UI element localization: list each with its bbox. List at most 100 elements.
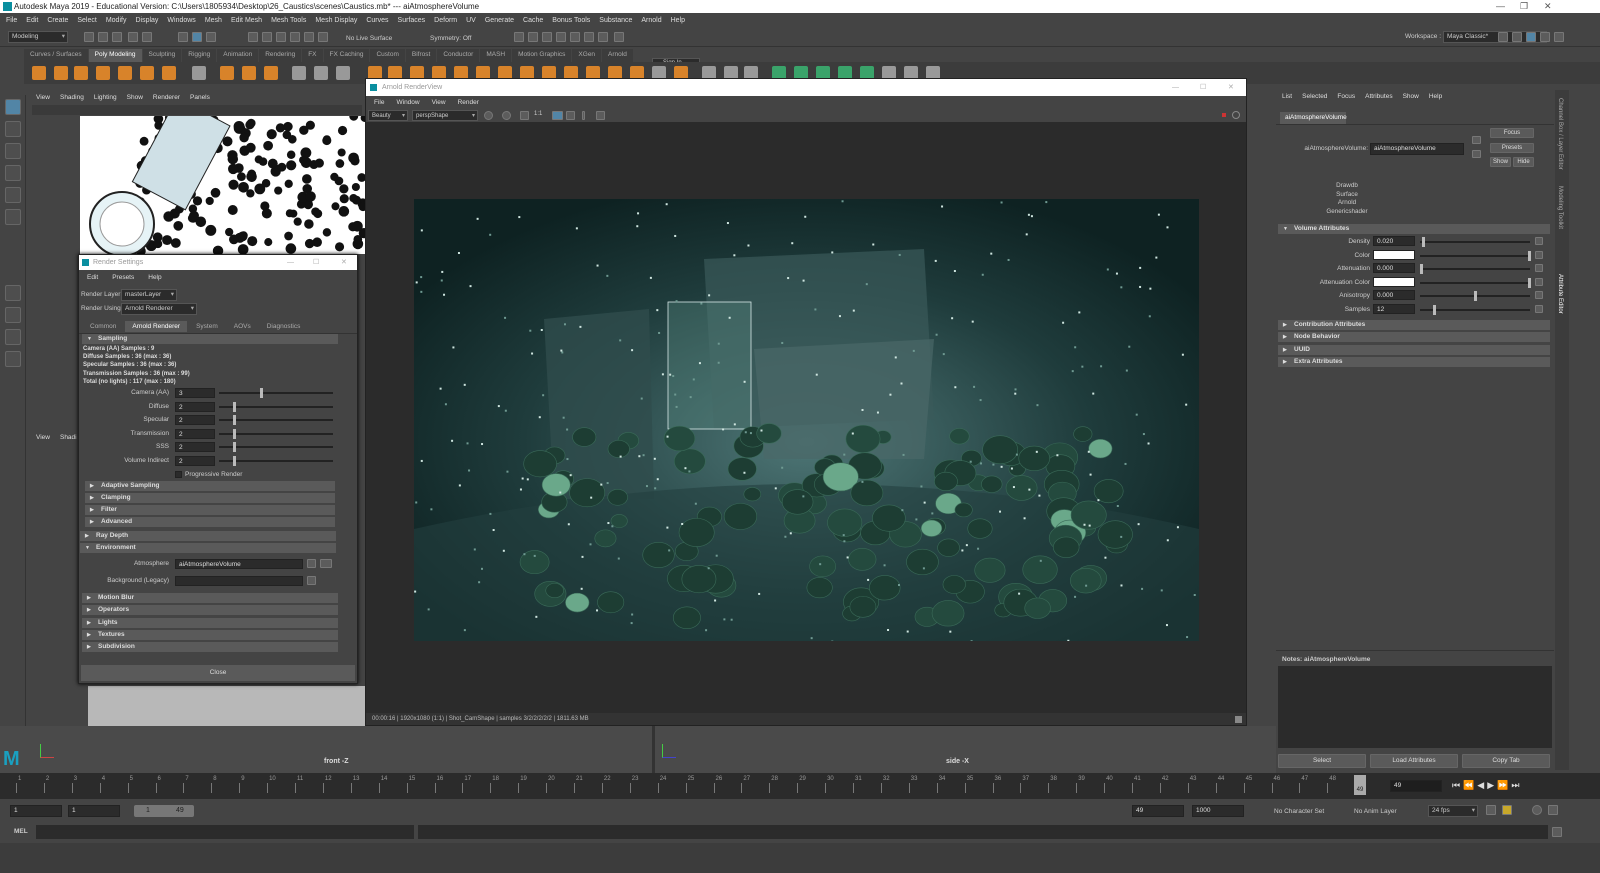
rotate-tool-icon[interactable] <box>5 187 21 203</box>
menu-file[interactable]: File <box>6 17 17 24</box>
snap-curve-icon[interactable] <box>262 32 272 42</box>
single-layout-icon[interactable] <box>5 285 21 301</box>
menu-cache[interactable]: Cache <box>523 17 543 24</box>
menu-help[interactable]: Help <box>671 17 685 24</box>
menu-edit[interactable]: Edit <box>26 17 38 24</box>
menu-set-dropdown[interactable]: Modeling <box>8 31 68 43</box>
shelf-tab-poly-modeling[interactable]: Poly Modeling <box>88 49 142 62</box>
rendered-image[interactable] <box>414 199 1199 641</box>
attr-swatch-color[interactable] <box>1373 249 1415 260</box>
ae-section-extra-attributes[interactable]: Extra Attributes <box>1278 356 1550 367</box>
snap-view-icon[interactable] <box>290 32 300 42</box>
shelf-tool-icon[interactable] <box>264 66 278 80</box>
node-tab[interactable]: aiAtmosphereVolume <box>1280 112 1347 124</box>
viewport-menu-shading[interactable]: Shading <box>60 94 84 101</box>
zoom-ratio[interactable]: 1:1 <box>534 111 542 117</box>
field-volume-indirect[interactable]: 2 <box>175 455 215 466</box>
exposure-icon[interactable] <box>596 111 605 120</box>
crop-region-box[interactable] <box>667 301 752 430</box>
minimize-icon[interactable]: — <box>1172 79 1179 96</box>
undo-icon[interactable] <box>128 32 138 42</box>
menu-edit-mesh[interactable]: Edit Mesh <box>231 17 262 24</box>
redo-icon[interactable] <box>142 32 152 42</box>
rs-tab-aovs[interactable]: AOVs <box>227 321 258 332</box>
playback-controls[interactable]: ⏮⏪◀▶⏩⏭ <box>1452 780 1522 791</box>
select-tool-icon[interactable] <box>5 99 21 115</box>
render-settings-titlebar[interactable]: Render Settings — ☐ ✕ <box>79 255 357 270</box>
slider-diffuse[interactable] <box>219 401 333 412</box>
modeling-toolkit-icon[interactable] <box>1554 32 1564 42</box>
time-slider[interactable]: 1 2 3 4 5 6 7 8 9 10 11 12 13 14 15 16 17 18 19 20 21 22 23 24 2… <box>0 773 1600 799</box>
viewport-menu-show[interactable]: Show <box>127 94 143 101</box>
shelf-tool-icon[interactable] <box>54 66 68 80</box>
sampling-section[interactable]: Sampling <box>82 334 338 344</box>
slider-handle[interactable] <box>1422 237 1426 247</box>
slider-handle[interactable] <box>1420 264 1423 275</box>
rs-tab-system[interactable]: System <box>189 321 225 332</box>
hide-button[interactable]: Hide <box>1513 157 1534 167</box>
ae-section-node-behavior[interactable]: Node Behavior <box>1278 332 1550 343</box>
map-button-icon[interactable] <box>1535 277 1543 286</box>
script-editor-icon[interactable] <box>1552 827 1562 837</box>
outliner-layout-icon[interactable] <box>5 351 21 367</box>
playback-end-field[interactable]: 49 <box>1132 805 1184 817</box>
section-environment[interactable]: Environment <box>80 543 336 553</box>
menu-deform[interactable]: Deform <box>434 17 457 24</box>
menu-arnold[interactable]: Arnold <box>641 17 661 24</box>
render-settings-icon[interactable] <box>542 32 552 42</box>
notes-field[interactable] <box>1278 666 1552 748</box>
attr-slider-attenuation-color[interactable] <box>1420 277 1531 288</box>
slider-handle[interactable] <box>232 428 236 439</box>
aov-dropdown[interactable]: Beauty <box>368 110 408 121</box>
ae-menu-show[interactable]: Show <box>1403 93 1419 100</box>
preferences-icon[interactable] <box>1532 805 1542 815</box>
render-view-icon[interactable] <box>598 32 608 42</box>
current-frame-marker[interactable]: 49 <box>1354 775 1366 795</box>
side-tab-attribute-editor[interactable]: Attribute Editor <box>1557 274 1563 314</box>
shelf-tab-mash[interactable]: MASH <box>480 49 512 62</box>
shelf-tab-animation[interactable]: Animation <box>217 49 259 62</box>
menu-modify[interactable]: Modify <box>106 17 127 24</box>
shelf-tab-fx[interactable]: FX <box>302 49 323 62</box>
rs-menu-presets[interactable]: Presets <box>112 274 134 281</box>
field-diffuse[interactable]: 2 <box>175 401 215 412</box>
shelf-tab-bifrost[interactable]: Bifrost <box>405 49 437 62</box>
map-button-icon[interactable] <box>1535 305 1543 313</box>
render-setup-icon[interactable] <box>570 32 580 42</box>
ipr-render-icon[interactable] <box>528 32 538 42</box>
front-viewport[interactable] <box>88 686 366 726</box>
slider-handle[interactable] <box>1528 277 1531 288</box>
section-filter[interactable]: Filter <box>85 505 335 515</box>
end-frame-field[interactable]: 1000 <box>1192 805 1244 817</box>
shelf-tab-sculpting[interactable]: Sculpting <box>142 49 182 62</box>
field-camera-aa[interactable]: 3 <box>175 388 215 398</box>
field-transmission[interactable]: 2 <box>175 428 215 439</box>
snap-grid-icon[interactable] <box>248 32 258 42</box>
viewport-menu-renderer[interactable]: Renderer <box>153 94 180 101</box>
slider-sss[interactable] <box>219 442 333 452</box>
live-surface-label[interactable]: No Live Surface <box>346 35 392 42</box>
shelf-tool-icon[interactable] <box>220 66 234 80</box>
attribute-editor-toggle-icon[interactable] <box>1526 32 1536 42</box>
symmetry-label[interactable]: Symmetry: Off <box>430 35 471 42</box>
loop-icon[interactable] <box>1486 805 1496 815</box>
command-input[interactable] <box>36 825 414 839</box>
slider-handle[interactable] <box>232 442 236 452</box>
navigate-icon[interactable] <box>320 559 332 568</box>
slider-handle[interactable] <box>1432 305 1436 315</box>
range-bar[interactable]: 1 49 <box>134 805 194 817</box>
focus-output-icon[interactable] <box>1472 150 1481 158</box>
snap-point-icon[interactable] <box>276 32 286 42</box>
menu-mesh-display[interactable]: Mesh Display <box>315 17 357 24</box>
slider-volume-indirect[interactable] <box>219 455 333 466</box>
lasso-tool-icon[interactable] <box>5 121 21 137</box>
fps-dropdown[interactable]: 24 fps <box>1428 805 1478 817</box>
light-editor-icon[interactable] <box>584 32 594 42</box>
front-menu-shadi[interactable]: Shadi <box>60 434 77 441</box>
section-subdivision[interactable]: Subdivision <box>82 642 338 653</box>
camera-dropdown[interactable]: perspShape <box>412 110 478 121</box>
menu-display[interactable]: Display <box>135 17 158 24</box>
section-clamping[interactable]: Clamping <box>85 493 335 503</box>
menu-substance[interactable]: Substance <box>599 17 632 24</box>
atmosphere-field[interactable]: aiAtmosphereVolume <box>175 559 303 569</box>
